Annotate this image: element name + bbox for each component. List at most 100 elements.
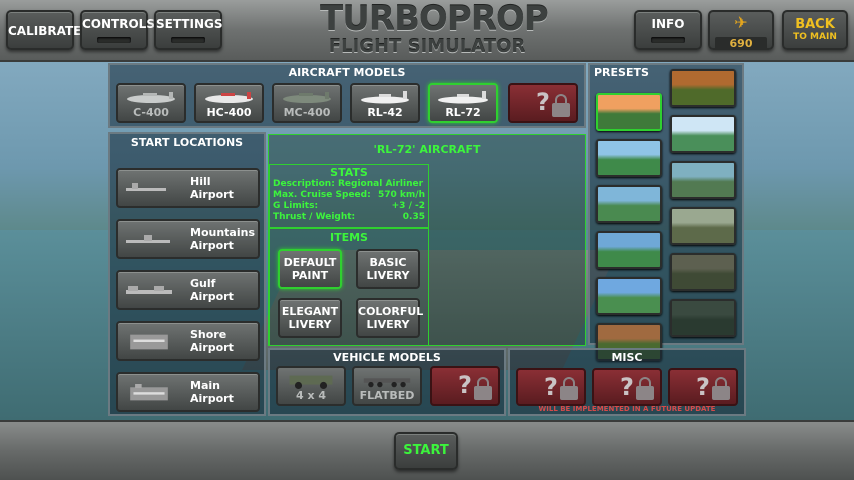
lock-icon — [712, 377, 730, 400]
stat-thrust-weight: Thrust / Weight: 0.35 — [273, 212, 425, 222]
items-section: ITEMS DEFAULT PAINT BASIC LIVERY ELEGANT LI… — [269, 228, 429, 346]
airport-icon — [126, 286, 172, 294]
location-gulf-airport[interactable]: Gulf Airport — [116, 270, 260, 310]
vehicle-4x4-button[interactable]: 4 x 4 — [276, 366, 346, 406]
aircraft-c400-button[interactable]: C-400 — [116, 83, 186, 123]
title-line1: TURBOPROP — [320, 0, 549, 39]
stat-g-limits: G Limits: +3 / -2 — [273, 201, 425, 211]
game-title: TURBOPROP FLIGHT SIMULATOR — [320, 0, 549, 58]
preset-thumbnail[interactable] — [670, 115, 736, 153]
wings-icon: ✈ — [734, 13, 748, 32]
item-elegant-livery-button[interactable]: ELEGANT LIVERY — [278, 298, 342, 338]
future-update-notice: WILL BE IMPLEMENTED IN A FUTURE UPDATE — [538, 405, 716, 413]
start-button[interactable]: START — [394, 432, 458, 470]
location-main-airport[interactable]: Main Airport — [116, 372, 260, 412]
truck-icon — [289, 375, 333, 390]
location-mountains-airport[interactable]: Mountains Airport — [116, 219, 260, 259]
locked-question-mark: ? — [544, 373, 558, 401]
vehicle-locked-slot[interactable]: ? — [430, 366, 500, 406]
locked-question-mark: ? — [696, 373, 710, 401]
lock-icon — [552, 94, 570, 117]
misc-locked-slot-3[interactable]: ? — [668, 368, 738, 406]
location-hill-airport[interactable]: Hill Airport — [116, 168, 260, 208]
aircraft-hc400-button[interactable]: HC-400 — [194, 83, 264, 123]
preset-thumbnail[interactable] — [596, 231, 662, 269]
plane-icon — [438, 91, 488, 104]
preset-thumbnail[interactable] — [670, 207, 736, 245]
preset-thumbnail[interactable] — [670, 299, 736, 337]
back-to-main-button[interactable]: BACK TO MAIN — [782, 10, 848, 50]
plane-icon — [205, 92, 253, 103]
vehicle-label: FLATBED — [359, 389, 415, 402]
aircraft-details-panel: 'RL-72' AIRCRAFT STATS Description: Regio… — [268, 134, 586, 346]
controls-button[interactable]: CONTROLS — [80, 10, 155, 50]
item-colorful-livery-button[interactable]: COLORFUL LIVERY — [356, 298, 423, 338]
location-label: Main Airport — [190, 379, 234, 405]
vehicle-models-title: VEHICLE MODELS — [333, 351, 441, 364]
preset-thumbnail[interactable] — [670, 161, 736, 199]
misc-locked-slot-2[interactable]: ? — [592, 368, 662, 406]
coin-counter: ✈ 690 — [708, 10, 774, 50]
misc-panel: MISC ? ? ? WILL BE IMPLEMENTED IN A FUTU… — [508, 348, 746, 416]
presets-panel: PRESETS — [588, 63, 744, 361]
aircraft-rl42-button[interactable]: RL-42 — [350, 83, 420, 123]
aircraft-mc400-button[interactable]: MC-400 — [272, 83, 342, 123]
aircraft-label: C-400 — [133, 106, 169, 119]
plane-icon — [127, 92, 175, 103]
vehicle-label: 4 x 4 — [295, 389, 327, 402]
aircraft-label: HC-400 — [206, 106, 252, 119]
misc-locked-slot-1[interactable]: ? — [516, 368, 586, 406]
settings-button[interactable]: SETTINGS — [154, 10, 223, 50]
plane-icon — [361, 91, 409, 104]
aircraft-label: MC-400 — [283, 106, 331, 119]
preset-thumbnail[interactable] — [596, 139, 662, 177]
preset-thumbnail[interactable] — [596, 185, 662, 223]
airport-icon — [126, 235, 170, 243]
item-default-paint-button[interactable]: DEFAULT PAINT — [278, 249, 342, 289]
vehicle-models-panel: VEHICLE MODELS 4 x 4 FLATBED ? — [268, 348, 506, 416]
location-label: Hill Airport — [190, 175, 234, 201]
location-shore-airport[interactable]: Shore Airport — [116, 321, 260, 361]
bottom-bar: START — [0, 420, 854, 480]
preset-thumbnail[interactable] — [670, 253, 736, 291]
location-label: Shore Airport — [190, 328, 234, 354]
locked-question-mark: ? — [536, 88, 550, 116]
aircraft-label: RL-42 — [367, 106, 403, 119]
airport-icon — [130, 384, 168, 401]
preset-thumbnail[interactable] — [596, 277, 662, 315]
info-label: INFO — [651, 17, 685, 31]
aircraft-rl72-button[interactable]: RL-72 — [428, 83, 498, 123]
stats-section: STATS Description: Regional Airliner Max.… — [269, 164, 429, 228]
selected-aircraft-name: 'RL-72' AIRCRAFT — [373, 143, 481, 156]
back-label: BACK — [795, 17, 835, 32]
aircraft-locked-slot[interactable]: ? — [508, 83, 578, 123]
airport-icon — [126, 183, 166, 191]
aircraft-models-panel: AIRCRAFT MODELS C-400 HC-400 MC-400 RL-4… — [108, 63, 586, 128]
location-label: Mountains Airport — [190, 226, 255, 252]
plane-icon — [283, 92, 331, 103]
stat-cruise-speed: Max. Cruise Speed: 570 km/h — [273, 190, 425, 200]
preset-thumbnail[interactable] — [670, 69, 736, 107]
title-line2: FLIGHT SIMULATOR — [328, 36, 526, 57]
info-button[interactable]: INFO — [634, 10, 702, 50]
item-basic-livery-button[interactable]: BASIC LIVERY — [356, 249, 420, 289]
start-locations-title: START LOCATIONS — [130, 136, 244, 149]
lock-icon — [636, 377, 654, 400]
calibrate-button[interactable]: CALIBRATE — [6, 10, 82, 50]
locked-question-mark: ? — [458, 371, 472, 399]
info-indicator — [651, 37, 685, 43]
top-bar: CALIBRATE CONTROLS SETTINGS TURBOPROP FL… — [0, 0, 854, 62]
preset-thumbnail[interactable] — [596, 93, 662, 131]
misc-title: MISC — [611, 351, 643, 364]
controls-indicator — [97, 37, 131, 43]
lock-icon — [560, 377, 578, 400]
lock-icon — [474, 377, 492, 400]
stats-title: STATS — [330, 166, 368, 179]
settings-indicator — [171, 37, 205, 43]
airport-icon — [130, 334, 168, 350]
calibrate-label: CALIBRATE — [8, 24, 82, 38]
flatbed-icon — [363, 378, 411, 388]
back-sublabel: TO MAIN — [793, 32, 837, 42]
locked-question-mark: ? — [620, 373, 634, 401]
vehicle-flatbed-button[interactable]: FLATBED — [352, 366, 422, 406]
